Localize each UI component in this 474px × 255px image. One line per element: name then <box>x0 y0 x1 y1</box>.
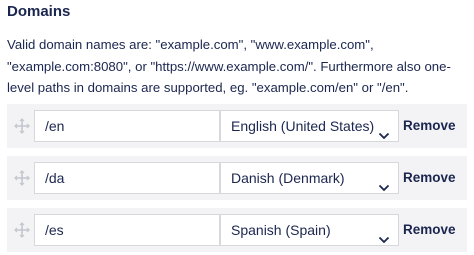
drag-handle-icon[interactable] <box>13 169 31 187</box>
language-select[interactable]: Danish (Denmark) <box>220 162 399 194</box>
language-select[interactable]: Spanish (Spain) <box>220 214 399 246</box>
chevron-down-icon <box>378 225 390 244</box>
domain-row: English (United States) Remove <box>7 104 467 148</box>
language-select-value: Spanish (Spain) <box>231 222 331 238</box>
domain-input[interactable] <box>34 110 220 142</box>
drag-handle-icon[interactable] <box>13 221 31 239</box>
section-description: Valid domain names are: "example.com", "… <box>7 37 451 95</box>
remove-button[interactable]: Remove <box>403 110 456 142</box>
language-select-value: Danish (Denmark) <box>231 170 345 186</box>
section-title: Domains <box>7 3 71 20</box>
domain-row: Spanish (Spain) Remove <box>7 208 467 252</box>
domain-row: Danish (Denmark) Remove <box>7 156 467 200</box>
language-select[interactable]: English (United States) <box>220 110 399 142</box>
chevron-down-icon <box>378 121 390 140</box>
domain-input[interactable] <box>34 162 220 194</box>
domain-input[interactable] <box>34 214 220 246</box>
remove-button[interactable]: Remove <box>403 214 456 246</box>
language-select-value: English (United States) <box>231 118 375 134</box>
remove-button[interactable]: Remove <box>403 162 456 194</box>
chevron-down-icon <box>378 173 390 192</box>
drag-handle-icon[interactable] <box>13 117 31 135</box>
